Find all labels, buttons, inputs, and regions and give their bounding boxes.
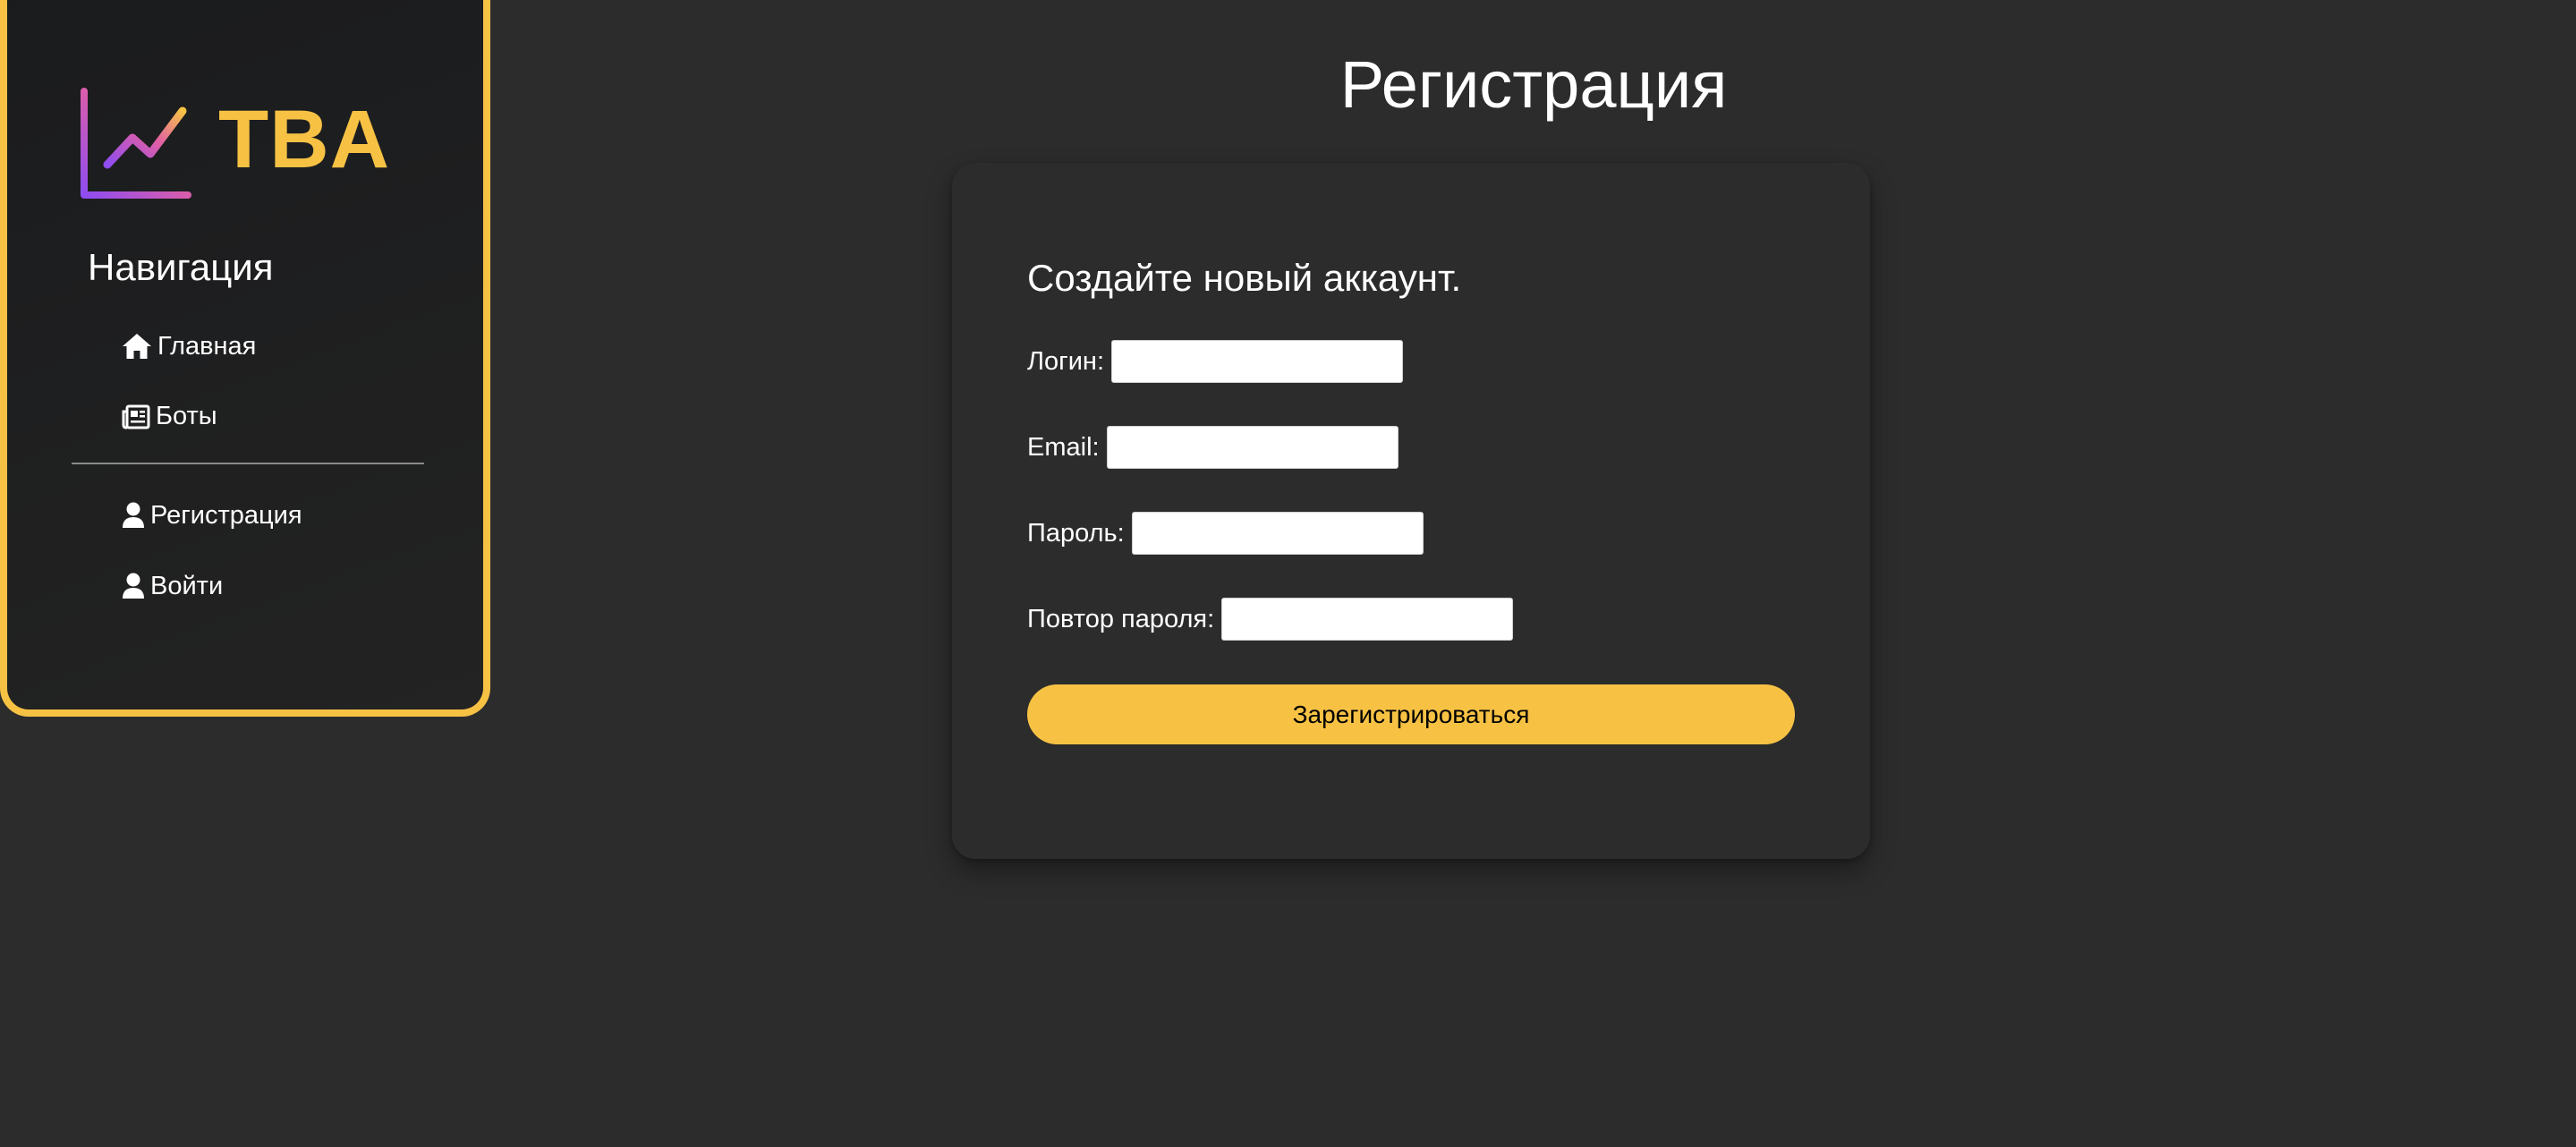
login-input[interactable] bbox=[1111, 340, 1404, 383]
user-icon bbox=[123, 573, 144, 599]
sidebar-item-label: Главная bbox=[157, 331, 257, 361]
login-label: Логин: bbox=[1027, 346, 1105, 376]
email-label: Email: bbox=[1027, 432, 1100, 462]
sidebar-item-label: Войти bbox=[150, 571, 224, 600]
email-input[interactable] bbox=[1106, 426, 1399, 469]
password-confirm-input[interactable] bbox=[1221, 598, 1514, 641]
page-title: Регистрация bbox=[1339, 47, 1728, 122]
password-confirm-label: Повтор пароля: bbox=[1027, 604, 1215, 633]
password-confirm-field-row: Повтор пароля: bbox=[1027, 598, 1514, 641]
user-icon bbox=[123, 502, 144, 528]
sidebar-item-registration[interactable]: Регистрация bbox=[122, 502, 302, 529]
newspaper-icon bbox=[122, 404, 150, 429]
registration-form: Создайте новый аккаунт. Логин: Email: Па… bbox=[952, 163, 1870, 859]
password-field-row: Пароль: bbox=[1027, 512, 1424, 555]
sidebar-item-home[interactable]: Главная bbox=[122, 333, 256, 360]
sidebar-item-bots[interactable]: Боты bbox=[122, 404, 217, 429]
nav-divider bbox=[72, 463, 424, 464]
sidebar-item-label: Регистрация bbox=[150, 500, 302, 530]
password-label: Пароль: bbox=[1027, 518, 1125, 548]
email-field-row: Email: bbox=[1027, 426, 1399, 469]
form-heading: Создайте новый аккаунт. bbox=[1027, 257, 1462, 299]
home-icon bbox=[123, 334, 151, 359]
sidebar-item-login[interactable]: Войти bbox=[122, 573, 223, 599]
password-input[interactable] bbox=[1131, 512, 1424, 555]
register-button[interactable]: Зарегистрироваться bbox=[1027, 684, 1795, 744]
login-field-row: Логин: bbox=[1027, 340, 1404, 383]
nav-title: Навигация bbox=[88, 246, 274, 288]
sidebar-item-label: Боты bbox=[156, 402, 217, 430]
